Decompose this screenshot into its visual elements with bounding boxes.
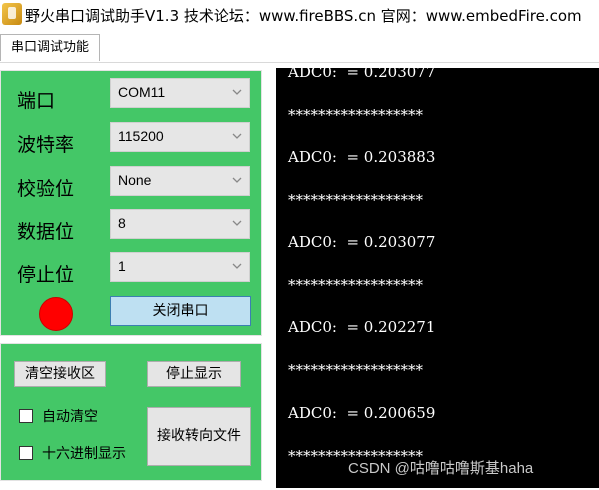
stopbits-label: 停止位 [17,264,75,286]
databits-label: 数据位 [17,221,75,243]
tab-strip: 串口调试功能 [0,34,599,63]
databits-value: 8 [118,215,126,231]
parity-label: 校验位 [17,178,75,200]
terminal-line: ADC0: = 0.203077 [288,233,436,251]
auto-clear-label: 自动清空 [42,409,98,425]
hex-display-label: 十六进制显示 [42,446,126,462]
receive-terminal[interactable]: ADC0: = 0.203077 ****************** ADC0… [276,68,599,488]
close-port-button[interactable]: 关闭串口 [110,296,251,326]
redirect-to-file-button[interactable]: 接收转向文件 [147,407,251,466]
terminal-line: ****************** [288,191,423,209]
chevron-down-icon [232,220,242,226]
terminal-line: ADC0: = 0.203883 [288,148,436,166]
chevron-down-icon [232,133,242,139]
terminal-line: ****************** [288,361,423,379]
watermark-text: CSDN @咕噜咕噜斯基haha [348,460,534,477]
terminal-line: ****************** [288,106,423,124]
databits-select[interactable]: 8 [110,209,250,239]
title-bar: 野火串口调试助手V1.3 技术论坛：www.fireBBS.cn 官网：www.… [0,0,599,30]
parity-select[interactable]: None [110,166,250,196]
terminal-line: ADC0: = 0.200659 [288,404,436,422]
stopbits-value: 1 [118,258,126,274]
terminal-line: ADC0: = 0.203077 [288,68,436,81]
terminal-line: ADC0: = 0.202271 [288,318,436,336]
terminal-line: ****************** [288,276,423,294]
app-logo-icon [2,3,22,25]
baud-select[interactable]: 115200 [110,122,250,152]
port-select[interactable]: COM11 [110,78,250,108]
tab-serial-debug[interactable]: 串口调试功能 [0,34,100,61]
chevron-down-icon [232,263,242,269]
status-led-icon [39,297,73,331]
port-label: 端口 [17,90,56,112]
hex-display-checkbox[interactable] [19,446,33,460]
window-title: 野火串口调试助手V1.3 技术论坛：www.fireBBS.cn 官网：www.… [25,7,582,25]
chevron-down-icon [232,89,242,95]
baud-label: 波特率 [17,134,75,156]
chevron-down-icon [232,177,242,183]
parity-value: None [118,172,152,188]
port-value: COM11 [118,84,166,100]
stopbits-select[interactable]: 1 [110,252,250,282]
stop-display-button[interactable]: 停止显示 [147,361,241,387]
clear-receive-button[interactable]: 清空接收区 [14,361,106,387]
auto-clear-checkbox[interactable] [19,409,33,423]
baud-value: 115200 [118,128,164,144]
